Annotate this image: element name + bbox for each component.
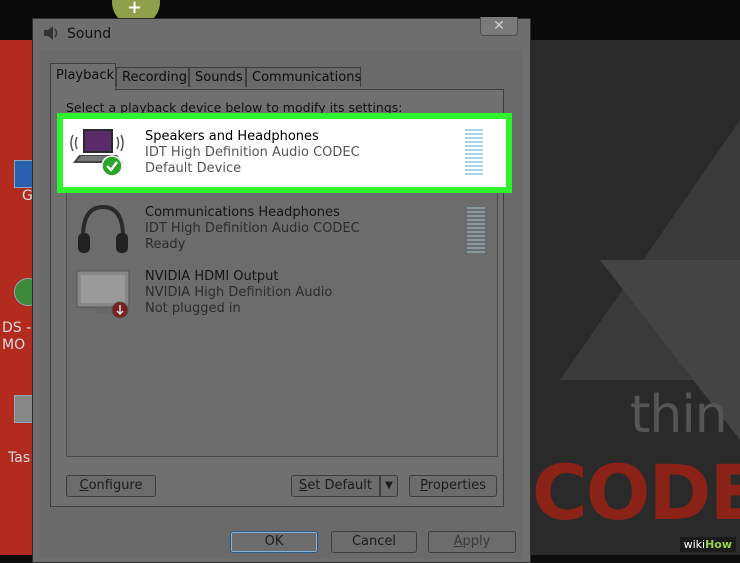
configure-accel: C [79,478,89,493]
device-name: NVIDIA HDMI Output [145,269,279,284]
desktop-shortcut-label: Tas [8,450,31,466]
configure-button[interactable]: Configure [66,475,156,497]
device-driver: NVIDIA High Definition Audio [145,285,333,300]
properties-label: roperties [427,478,486,493]
sound-dialog: Sound ✕ Playback Recording Sounds Commun… [32,17,531,563]
wikihow-watermark: wikiHow [679,537,736,552]
watermark-how: How [705,538,732,551]
desktop-shortcut-label: DS - [2,320,32,336]
device-driver: IDT High Definition Audio CODEC [145,145,360,160]
set-default-label: et Default [307,478,372,493]
speaker-icon [44,26,58,40]
close-icon: ✕ [493,18,505,34]
set-default-dropdown[interactable]: ▼ [380,475,398,497]
device-driver: IDT High Definition Audio CODEC [145,221,360,236]
ok-button[interactable]: OK [230,531,318,553]
apply-accel: A [453,534,463,549]
wallpaper-text-code: CODE [532,448,740,537]
device-communications-headphones[interactable]: Communications Headphones IDT High Defin… [67,197,497,259]
set-default-button[interactable]: Set Default [291,475,380,497]
cancel-button[interactable]: Cancel [331,531,417,553]
apply-button[interactable]: Apply [428,531,516,553]
device-status: Not plugged in [145,301,241,316]
window-title: Sound [67,26,112,42]
device-nvidia-hdmi-output[interactable]: NVIDIA HDMI Output NVIDIA High Definitio… [67,261,497,323]
tab-communications[interactable]: Communications [246,67,361,87]
watermark-wiki: wiki [683,538,706,551]
device-list[interactable]: Speakers and Headphones IDT High Definit… [57,113,512,457]
tab-sounds[interactable]: Sounds [189,67,246,87]
wallpaper-text-think: thin [630,385,728,445]
chevron-down-icon: ▼ [385,480,393,491]
dialog-client-area: Playback Recording Sounds Communications… [40,49,523,559]
device-name: Speakers and Headphones [145,129,319,144]
apply-label: pply [462,534,491,549]
properties-accel: P [420,478,428,493]
configure-label: onfigure [88,478,143,493]
device-status: Ready [145,237,186,252]
tab-playback[interactable]: Playback [50,63,116,90]
device-name: Communications Headphones [145,205,340,220]
properties-button[interactable]: Properties [409,475,497,497]
device-speakers-and-headphones[interactable]: Speakers and Headphones IDT High Definit… [57,113,512,193]
desktop-shortcut-label: MO [2,337,26,353]
playback-panel: Select a playback device below to modify… [50,89,512,507]
device-status: Default Device [145,161,242,176]
tab-recording[interactable]: Recording [116,67,189,87]
title-bar[interactable]: Sound ✕ [33,17,530,49]
headphones-icon [78,204,128,253]
volume-meter [465,129,483,177]
plus-icon: + [127,0,143,18]
close-button[interactable]: ✕ [480,17,518,36]
green-check-icon [101,155,123,177]
red-unplugged-icon [111,301,129,319]
volume-meter [467,207,485,255]
